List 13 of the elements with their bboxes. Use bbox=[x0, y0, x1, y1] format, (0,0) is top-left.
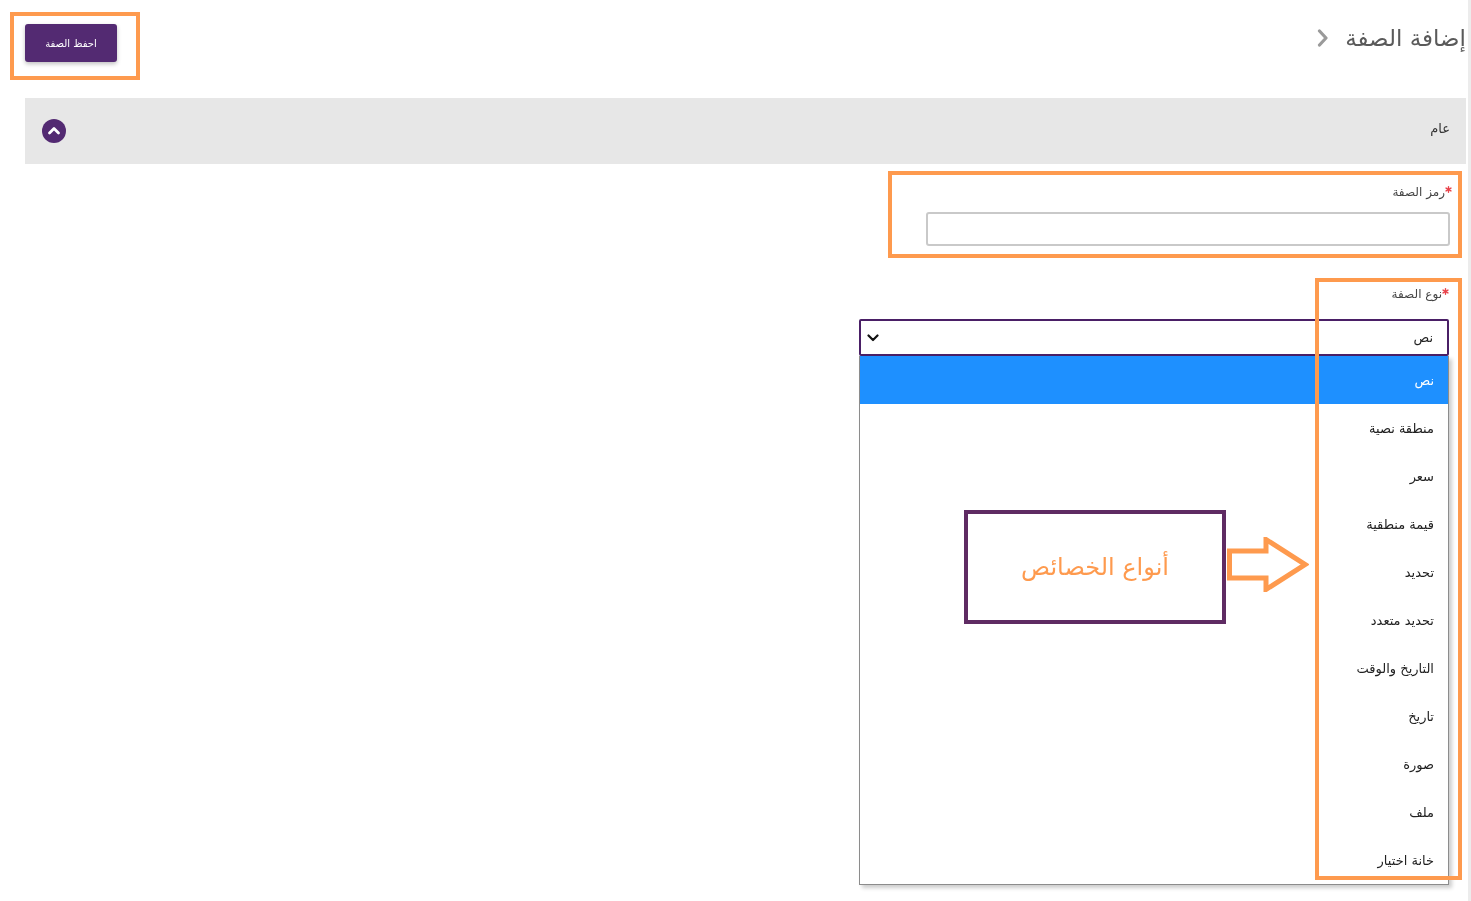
field-label: نوع الصفة bbox=[1391, 287, 1442, 301]
dropdown-option[interactable]: خانة اختيار bbox=[1371, 836, 1448, 884]
save-button[interactable]: احفظ الصفة bbox=[25, 24, 117, 62]
select-field[interactable]: نص bbox=[859, 319, 1449, 356]
page-title: إضافة الصفة bbox=[1345, 25, 1466, 51]
chevron-right-icon[interactable] bbox=[1317, 29, 1330, 47]
field-label: رمز الصفة bbox=[1392, 185, 1445, 199]
arrow-icon bbox=[1227, 537, 1309, 592]
annotation-callout: أنواع الخصائص bbox=[964, 510, 1226, 624]
section-title: عام bbox=[1430, 120, 1450, 136]
chevron-down-icon bbox=[867, 333, 879, 342]
collapse-icon[interactable] bbox=[42, 119, 66, 143]
input-field[interactable] bbox=[926, 212, 1450, 246]
